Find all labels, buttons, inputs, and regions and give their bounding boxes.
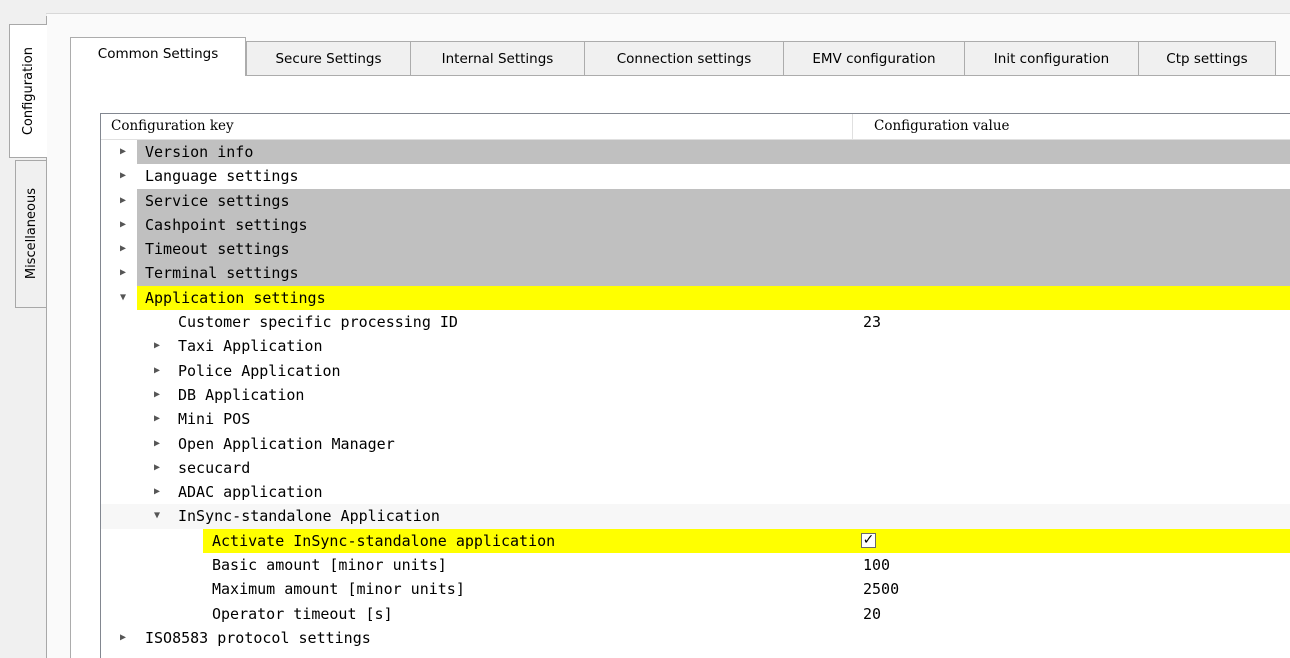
expand-arrow-icon[interactable]: ▶ xyxy=(120,261,126,285)
expand-arrow-icon[interactable]: ▶ xyxy=(120,189,126,213)
tree-row-mini-pos[interactable]: ▶ Mini POS xyxy=(101,407,1290,431)
row-label: Customer specific processing ID xyxy=(178,313,458,332)
tree-row-police-application[interactable]: ▶ Police Application xyxy=(101,359,1290,383)
tree-row-activate-insync[interactable]: Activate InSync-standalone application ✓ xyxy=(101,528,1290,554)
row-label: Open Application Manager xyxy=(178,434,395,453)
tree-row-insync-standalone-application[interactable]: ▼ InSync-standalone Application xyxy=(101,504,1290,529)
collapse-arrow-icon[interactable]: ▼ xyxy=(120,286,126,310)
tree-row-language-settings[interactable]: ▶ Language settings xyxy=(101,164,1290,188)
tree-row-db-application[interactable]: ▶ DB Application xyxy=(101,383,1290,407)
activate-insync-checkbox[interactable]: ✓ xyxy=(861,532,876,548)
row-label: Mini POS xyxy=(178,410,251,429)
side-tab-configuration-label: Configuration xyxy=(21,46,36,136)
column-header-value[interactable]: Configuration value xyxy=(853,114,1290,139)
row-value[interactable]: 23 xyxy=(863,310,881,334)
row-label: Timeout settings xyxy=(145,240,290,259)
tree-row-customer-processing-id[interactable]: Customer specific processing ID 23 xyxy=(101,310,1290,334)
panel-top-border xyxy=(46,13,1290,14)
expand-arrow-icon[interactable]: ▶ xyxy=(120,140,126,164)
settings-tab-bar: Common Settings Secure Settings Internal… xyxy=(70,37,1290,76)
configuration-tree[interactable]: Configuration key Configuration value ▶ … xyxy=(100,113,1290,658)
tree-row-version-info[interactable]: ▶ Version info xyxy=(101,140,1290,165)
row-label: Cashpoint settings xyxy=(145,215,308,234)
row-label: Basic amount [minor units] xyxy=(212,556,447,575)
tab-internal-settings[interactable]: Internal Settings xyxy=(410,41,585,75)
row-highlight xyxy=(137,261,1290,286)
expand-arrow-icon[interactable]: ▶ xyxy=(154,334,160,358)
side-tab-miscellaneous[interactable]: Miscellaneous xyxy=(15,160,47,308)
tab-label: EMV configuration xyxy=(812,50,936,67)
row-label: Taxi Application xyxy=(178,337,323,356)
tab-label: Common Settings xyxy=(97,46,219,62)
row-label: Terminal settings xyxy=(145,264,299,283)
row-label: Maximum amount [minor units] xyxy=(212,580,465,599)
row-label: secucard xyxy=(178,458,251,477)
tree-row-taxi-application[interactable]: ▶ Taxi Application xyxy=(101,334,1290,358)
expand-arrow-icon[interactable]: ▶ xyxy=(154,432,160,456)
expand-arrow-icon[interactable]: ▶ xyxy=(120,164,126,188)
row-label: DB Application xyxy=(178,385,305,404)
expand-arrow-icon[interactable]: ▶ xyxy=(154,480,160,504)
tab-label: Connection settings xyxy=(616,50,752,67)
tree-row-timeout-settings[interactable]: ▶ Timeout settings xyxy=(101,237,1290,262)
side-tab-miscellaneous-label: Miscellaneous xyxy=(23,188,39,280)
row-label: InSync-standalone Application xyxy=(178,507,440,526)
tree-row-cashpoint-settings[interactable]: ▶ Cashpoint settings xyxy=(101,212,1290,238)
row-value[interactable]: 100 xyxy=(863,553,890,577)
row-label: ADAC application xyxy=(178,483,323,502)
row-value[interactable]: 2500 xyxy=(863,577,899,601)
tab-common-settings[interactable]: Common Settings xyxy=(70,37,246,76)
expand-arrow-icon[interactable]: ▶ xyxy=(154,456,160,480)
expand-arrow-icon[interactable]: ▶ xyxy=(154,383,160,407)
expand-arrow-icon[interactable]: ▶ xyxy=(154,359,160,383)
tree-row-open-application-manager[interactable]: ▶ Open Application Manager xyxy=(101,432,1290,456)
expand-arrow-icon[interactable]: ▶ xyxy=(120,626,126,650)
row-highlight xyxy=(137,140,1290,165)
tree-row-adac-application[interactable]: ▶ ADAC application xyxy=(101,480,1290,504)
tree-row-secucard[interactable]: ▶ secucard xyxy=(101,456,1290,480)
side-tab-configuration[interactable]: Configuration xyxy=(9,24,47,158)
tab-label: Init configuration xyxy=(993,50,1110,67)
tree-header: Configuration key Configuration value xyxy=(101,114,1290,140)
row-label: Language settings xyxy=(145,167,299,186)
expand-arrow-icon[interactable]: ▶ xyxy=(120,237,126,261)
row-value[interactable]: 20 xyxy=(863,602,881,626)
expand-arrow-icon[interactable]: ▶ xyxy=(154,407,160,431)
tree-row-maximum-amount[interactable]: Maximum amount [minor units] 2500 xyxy=(101,577,1290,601)
tab-connection-settings[interactable]: Connection settings xyxy=(584,41,784,75)
row-label: ISO8583 protocol settings xyxy=(145,628,371,647)
tab-init-configuration[interactable]: Init configuration xyxy=(964,41,1139,75)
tree-row-operator-timeout[interactable]: Operator timeout [s] 20 xyxy=(101,602,1290,626)
tree-row-iso8583-protocol-settings[interactable]: ▶ ISO8583 protocol settings xyxy=(101,626,1290,650)
row-highlight xyxy=(137,212,1290,238)
tree-rows: ▶ Version info ▶ Language settings ▶ Ser… xyxy=(101,140,1290,650)
row-highlight xyxy=(137,188,1290,213)
tab-emv-configuration[interactable]: EMV configuration xyxy=(783,41,965,75)
tab-label: Internal Settings xyxy=(441,50,554,67)
tab-secure-settings[interactable]: Secure Settings xyxy=(246,41,411,75)
tree-row-terminal-settings[interactable]: ▶ Terminal settings xyxy=(101,261,1290,286)
row-highlight xyxy=(137,237,1290,262)
tab-label: Secure Settings xyxy=(275,50,382,67)
tree-row-service-settings[interactable]: ▶ Service settings xyxy=(101,188,1290,213)
collapse-arrow-icon[interactable]: ▼ xyxy=(154,504,160,528)
tree-row-application-settings[interactable]: ▼ Application settings xyxy=(101,285,1290,311)
row-label: Service settings xyxy=(145,191,290,210)
tab-ctp-settings[interactable]: Ctp settings xyxy=(1138,41,1276,75)
tree-row-basic-amount[interactable]: Basic amount [minor units] 100 xyxy=(101,553,1290,577)
row-label: Activate InSync-standalone application xyxy=(212,531,556,550)
row-label: Version info xyxy=(145,143,254,161)
row-label: Operator timeout [s] xyxy=(212,604,393,623)
expand-arrow-icon[interactable]: ▶ xyxy=(120,213,126,237)
side-tab-bar: Configuration Miscellaneous xyxy=(0,0,58,658)
tab-label: Ctp settings xyxy=(1166,50,1248,67)
row-label: Police Application xyxy=(178,361,341,380)
column-header-key[interactable]: Configuration key xyxy=(101,114,853,139)
row-label: Application settings xyxy=(145,288,326,307)
